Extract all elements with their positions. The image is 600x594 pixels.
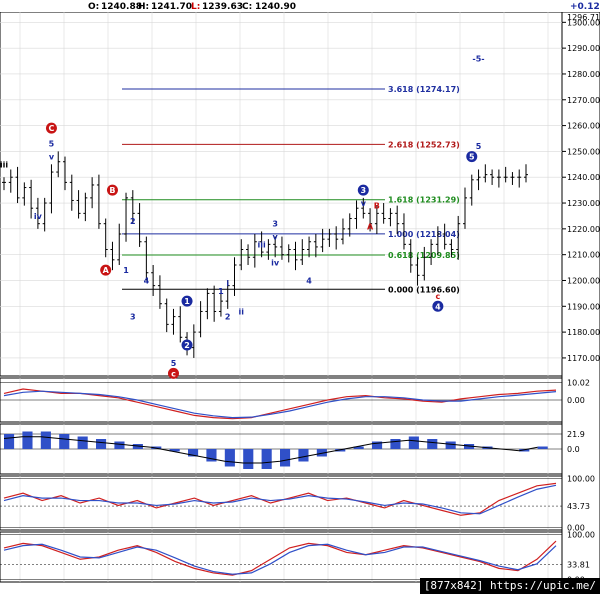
wave-label: ii xyxy=(239,307,245,316)
wave-label: 5 xyxy=(49,140,55,149)
wave-label: 5 xyxy=(171,359,177,368)
histogram-bar xyxy=(243,449,254,469)
wave-label: v xyxy=(49,153,55,162)
open-value: 1240.88 xyxy=(101,2,142,12)
high-value: 1241.70 xyxy=(151,2,192,12)
histogram-bar xyxy=(77,436,88,449)
low-label: L: xyxy=(191,2,201,12)
change-value: +0.12 xyxy=(570,2,600,12)
fib-level-label: 1.618 (1231.29) xyxy=(388,196,460,205)
indicator-tick-label: 43.73 xyxy=(567,502,590,511)
watermark-footer: [877x842] https://upic.me/ xyxy=(420,578,600,594)
y-tick-label-top: 1296.71 xyxy=(567,13,600,22)
histogram-bar xyxy=(280,449,291,467)
close-value: 1240.90 xyxy=(255,2,296,12)
wave-label: 3 xyxy=(130,313,136,322)
wave-label: v xyxy=(273,233,279,242)
indicator-tick-label: 100.00 xyxy=(567,474,595,483)
indicator-tick-label: 0.0 xyxy=(567,445,580,454)
stock-chart: 1170.001180.001190.001200.001210.001220.… xyxy=(0,12,600,585)
y-tick-label: 1250.00 xyxy=(567,147,600,156)
wave-label: B xyxy=(109,186,115,195)
y-tick-label: 1270.00 xyxy=(567,96,600,105)
histogram-bar xyxy=(22,431,33,449)
y-tick-label: 1260.00 xyxy=(567,122,600,131)
histogram-bar xyxy=(390,439,401,449)
y-tick-label: 1220.00 xyxy=(567,225,600,234)
wave-label: c xyxy=(435,292,440,301)
histogram-bar xyxy=(96,439,107,449)
indicator-tick-label: 100.00 xyxy=(567,530,595,539)
y-tick-label: 1210.00 xyxy=(567,251,600,260)
wave-label: A xyxy=(367,222,374,231)
wave-label: 3 xyxy=(361,186,367,195)
fib-level-label: 3.618 (1274.17) xyxy=(388,85,460,94)
histogram-bar xyxy=(408,436,419,449)
wave-label: 3 xyxy=(272,220,278,229)
wave-label: v xyxy=(361,199,367,208)
y-tick-label: 1280.00 xyxy=(567,70,600,79)
wave-label: 4 xyxy=(144,276,150,285)
indicator-tick-label: 0.00 xyxy=(567,396,585,405)
wave-label: 4 xyxy=(435,302,441,311)
fib-level-label: 0.000 (1196.60) xyxy=(388,285,460,294)
histogram-bar xyxy=(59,434,70,449)
histogram-bar xyxy=(114,441,125,449)
indicator-tick-label: 10.02 xyxy=(567,378,590,387)
open-label: O: xyxy=(88,2,100,12)
y-tick-label: 1230.00 xyxy=(567,199,600,208)
panel-frame xyxy=(0,475,563,531)
wave-label: 5 xyxy=(476,142,482,151)
histogram-bar xyxy=(298,449,309,462)
wave-label: 5 xyxy=(469,153,475,162)
wave-label: 2 xyxy=(184,341,190,350)
y-tick-label: 1290.00 xyxy=(567,44,600,53)
y-tick-label: 1190.00 xyxy=(567,302,600,311)
wave-label: iv xyxy=(34,212,43,221)
wave-label: i xyxy=(226,279,229,288)
wave-label: c xyxy=(171,369,176,378)
wave-label: C xyxy=(49,124,55,133)
wave-label: -5- xyxy=(472,54,484,63)
indicator-tick-label: 21.9 xyxy=(567,430,585,439)
fib-level-label: 1.000 (1218.04) xyxy=(388,230,460,239)
indicator-tick-label: 33.81 xyxy=(567,560,590,569)
wave-label: A xyxy=(103,266,110,275)
fib-level-label: 2.618 (1252.73) xyxy=(388,140,460,149)
y-tick-label: 1240.00 xyxy=(567,173,600,182)
low-value: 1239.63 xyxy=(202,2,243,12)
wave-label: 1 xyxy=(184,297,190,306)
wave-label: 2 xyxy=(225,313,231,322)
wave-label: iii xyxy=(257,240,265,249)
y-tick-label: 1180.00 xyxy=(567,328,600,337)
panel-frame xyxy=(0,12,563,377)
wave-label: 1 xyxy=(218,287,224,296)
high-label: H: xyxy=(138,2,150,12)
y-tick-label: 1170.00 xyxy=(567,354,600,363)
histogram-bar xyxy=(445,441,456,449)
y-tick-label: 1200.00 xyxy=(567,276,600,285)
wave-label: 4 xyxy=(306,276,312,285)
histogram-bar xyxy=(224,449,235,467)
wave-label: 1 xyxy=(123,266,129,275)
histogram-bar xyxy=(40,431,51,449)
histogram-bar xyxy=(427,439,438,449)
close-label: C: xyxy=(242,2,253,12)
wave-label: iii xyxy=(0,160,8,169)
wave-label: iv xyxy=(271,258,280,267)
histogram-bar xyxy=(4,434,15,449)
wave-label: B xyxy=(374,202,380,211)
wave-label: 2 xyxy=(130,217,136,226)
histogram-bar xyxy=(537,446,548,449)
histogram-bar xyxy=(261,449,272,469)
